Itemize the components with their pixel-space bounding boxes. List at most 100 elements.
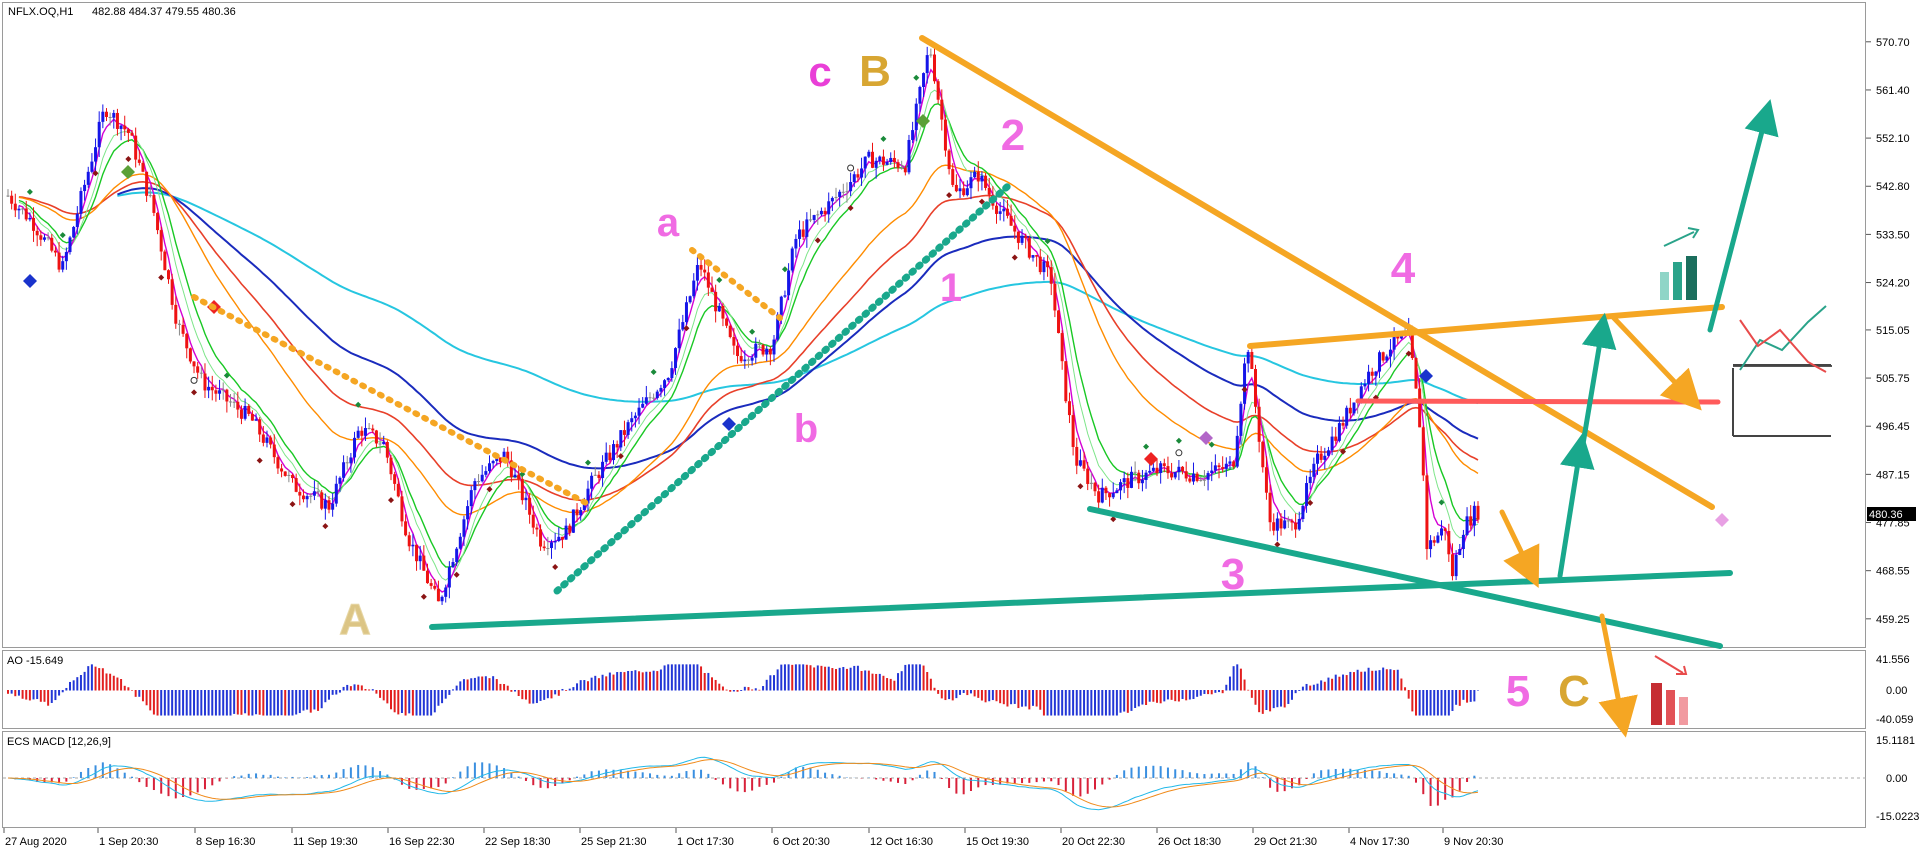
candle-body [513, 474, 517, 478]
time-tick-label: 16 Sep 22:30 [389, 836, 454, 848]
candle-body [1137, 472, 1141, 484]
candle-body [1465, 516, 1469, 535]
candle-body [1235, 435, 1239, 467]
price-tick-label: 570.70 [1876, 37, 1910, 49]
candle-body [1432, 540, 1436, 543]
time-tick-label: 25 Sep 21:30 [581, 836, 646, 848]
candle-body [214, 390, 218, 394]
candle-body [706, 272, 710, 288]
candle-body [765, 348, 769, 355]
candle-body [1436, 535, 1440, 543]
candle-body [236, 401, 240, 410]
candle-body [644, 397, 648, 404]
candle-body [1016, 231, 1020, 243]
candle-body [203, 373, 207, 391]
candle-body [1261, 441, 1265, 468]
time-tick-label: 1 Sep 20:30 [99, 836, 158, 848]
candle-body [1440, 528, 1444, 536]
candle-body [363, 428, 367, 436]
candle-body [327, 500, 331, 510]
candle-body [954, 184, 958, 192]
candle-body [911, 130, 915, 140]
candle-body [1210, 470, 1214, 474]
candle-body [229, 401, 233, 403]
candle-body [407, 535, 411, 547]
candle-body [677, 329, 681, 349]
candle-body [294, 478, 298, 492]
candle-body [1454, 554, 1458, 577]
time-tick-label: 1 Oct 17:30 [677, 836, 734, 848]
candle-body [1217, 465, 1221, 468]
candle-body [549, 542, 553, 549]
candle-body [276, 457, 280, 469]
candle-body [411, 544, 415, 547]
candle-body [371, 428, 375, 431]
candle-body [823, 210, 827, 215]
macd-tick-top: 15.1181 [1876, 735, 1915, 747]
candle-body [97, 121, 101, 148]
candle-body [732, 337, 736, 346]
candle-body [163, 251, 167, 271]
candle-body [436, 588, 440, 602]
candle-body [1184, 471, 1188, 479]
candle-body [1002, 208, 1006, 212]
candle-body [794, 238, 798, 249]
candle-body [980, 175, 984, 182]
candle-body [659, 387, 663, 392]
time-tick-label: 6 Oct 20:30 [773, 836, 830, 848]
candle-body [269, 437, 273, 445]
last-price-label: 480.36 [1869, 509, 1903, 521]
candle-body [834, 196, 838, 198]
candle-body [141, 162, 145, 172]
candle-body [309, 495, 313, 497]
candle-body [148, 195, 152, 197]
candle-body [491, 461, 495, 464]
candle-body [1461, 534, 1465, 550]
candle-body [250, 413, 254, 421]
candle-body [1246, 351, 1250, 364]
price-chart[interactable]: NFLX.OQ,H1 482.88 484.37 479.55 480.36 4… [0, 0, 1919, 851]
time-tick-label: 20 Oct 22:30 [1062, 836, 1125, 848]
candle-body [1264, 467, 1268, 493]
candle-body [754, 343, 758, 358]
candle-body [787, 270, 791, 296]
candle-body [856, 174, 860, 178]
candle-body [903, 167, 907, 173]
candle-body [1188, 478, 1192, 482]
candle-body [684, 302, 688, 323]
candle-body [1082, 460, 1086, 469]
candle-body [867, 151, 871, 157]
candle-body [881, 156, 885, 165]
price-tick-label: 552.10 [1876, 133, 1910, 145]
candle-body [101, 111, 105, 122]
candle-body [1181, 466, 1185, 472]
candle-body [622, 430, 626, 435]
candle-body [1268, 492, 1272, 523]
candle-body [695, 265, 699, 281]
candle-body [1326, 450, 1330, 456]
candle-body [316, 491, 320, 493]
candle-body [312, 491, 316, 496]
price-tick-label: 468.55 [1876, 566, 1910, 578]
candle-body [878, 156, 882, 161]
candle-body [1370, 371, 1374, 376]
candle-body [553, 541, 557, 543]
candle-body [958, 188, 962, 192]
candle-body [816, 214, 820, 216]
candle-body [156, 212, 160, 231]
candle-body [389, 457, 393, 475]
candle-body [462, 519, 466, 537]
candle-body [291, 474, 295, 479]
candle-body [575, 509, 579, 516]
time-tick-label: 9 Nov 20:30 [1444, 836, 1503, 848]
price-tick-label: 515.05 [1876, 325, 1910, 337]
candle-body [761, 344, 765, 355]
candle-body [265, 437, 269, 443]
candle-body [1086, 468, 1090, 484]
candle-body [404, 521, 408, 536]
candle-body [28, 217, 32, 220]
candle-body [1312, 463, 1316, 477]
candle-body [666, 378, 670, 381]
candle-body [196, 366, 200, 373]
candle-body [342, 462, 346, 478]
